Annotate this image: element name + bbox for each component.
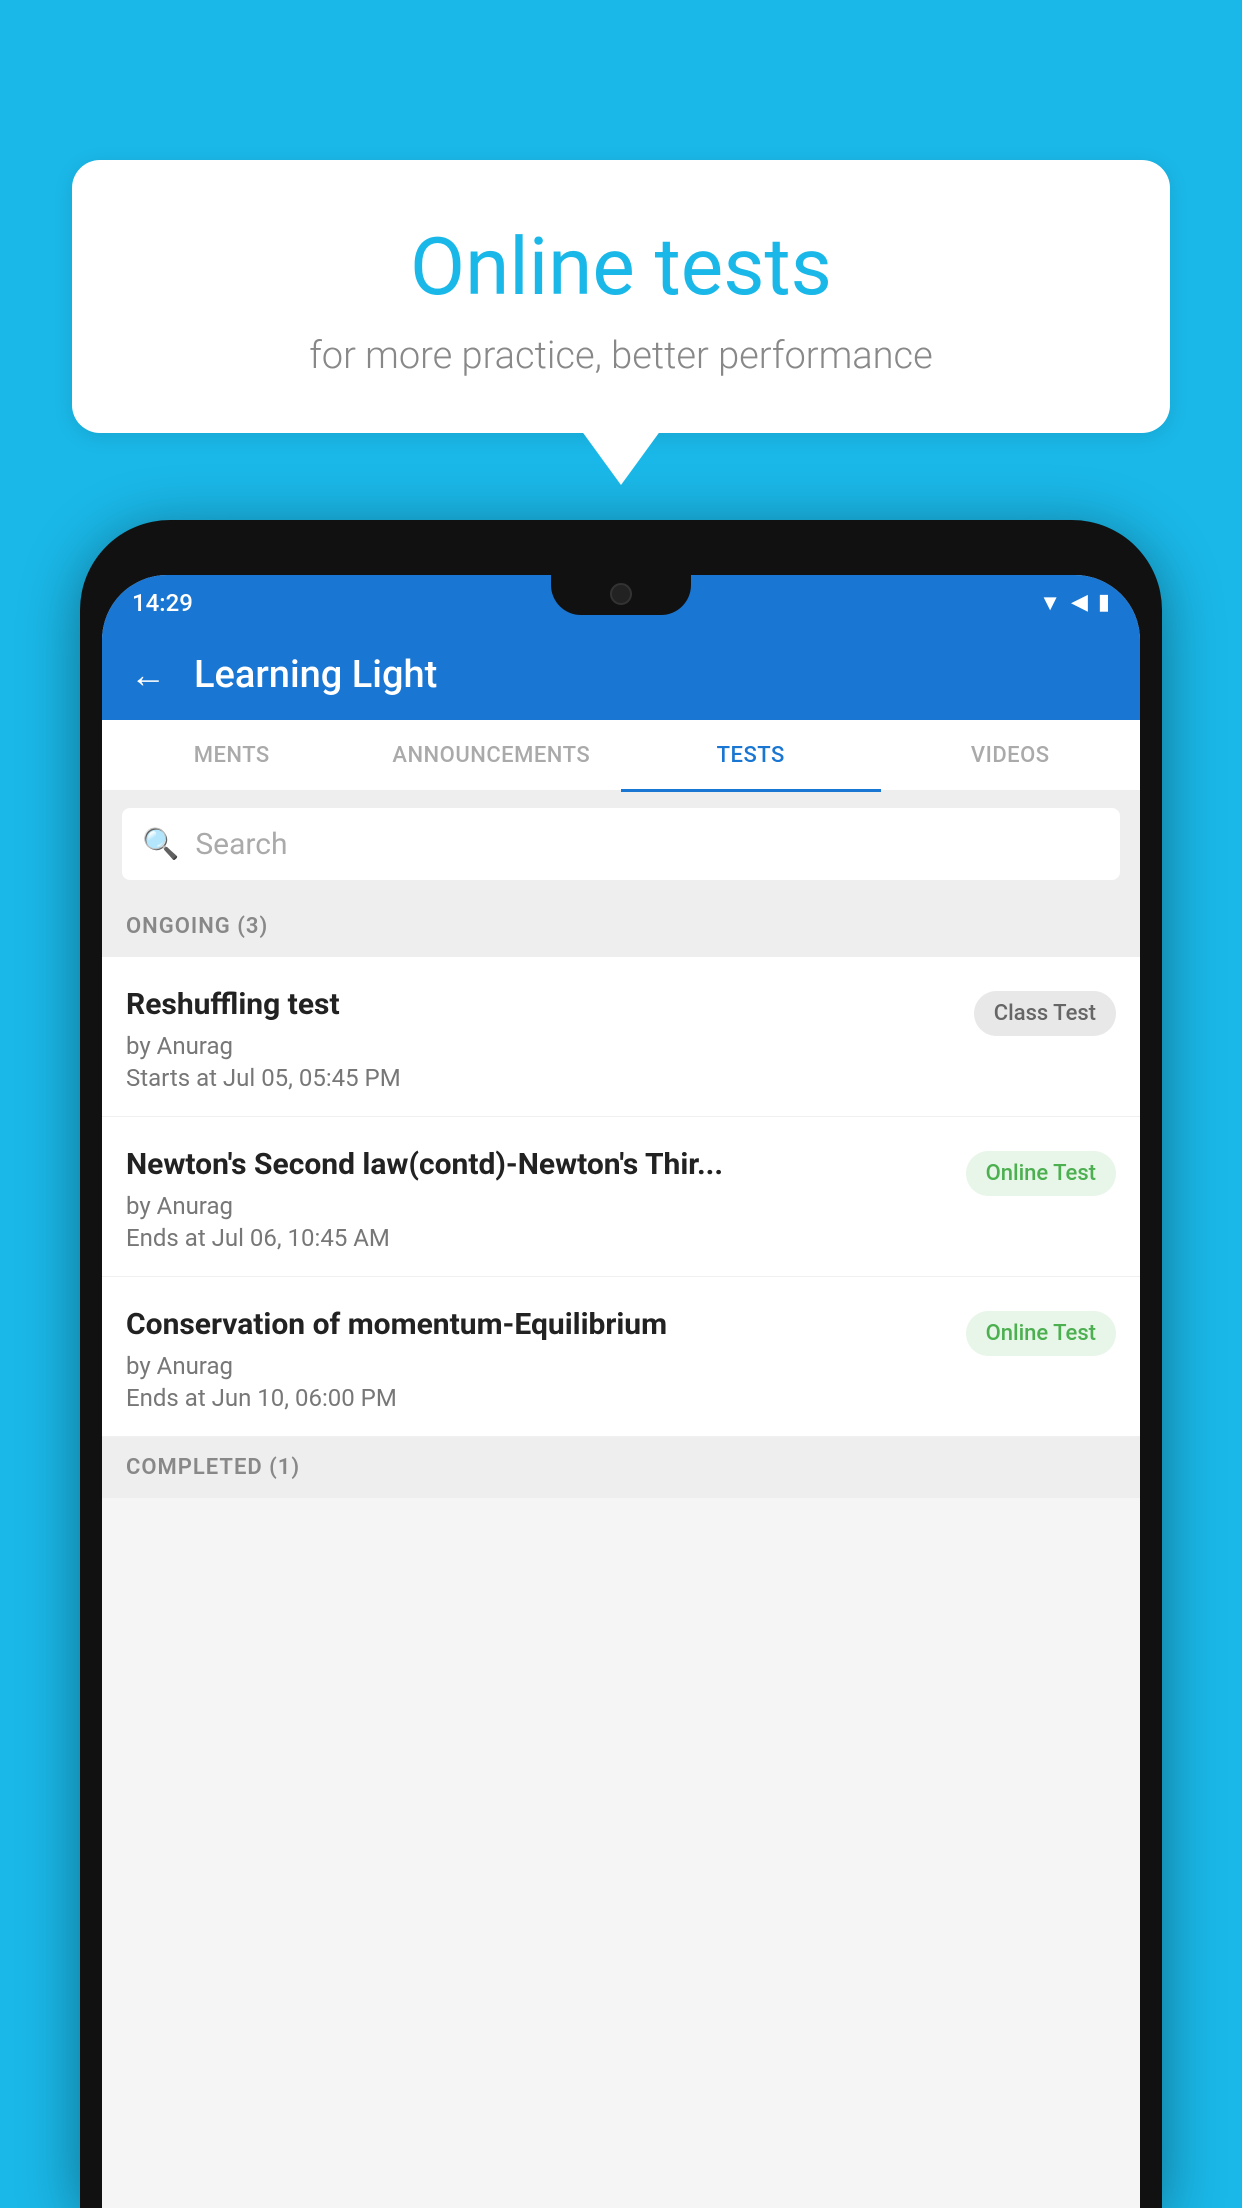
tab-ments[interactable]: MENTS [102,720,362,790]
test-date: Starts at Jul 05, 05:45 PM [126,1064,958,1092]
speech-bubble: Online tests for more practice, better p… [72,160,1170,433]
test-content: Conservation of momentum-Equilibrium by … [126,1305,950,1412]
test-badge: Class Test [974,991,1116,1036]
test-title: Conservation of momentum-Equilibrium [126,1305,950,1344]
wifi-icon: ▼ [1039,590,1061,616]
battery-icon: ▮ [1098,590,1110,615]
test-author: by Anurag [126,1032,958,1060]
signal-icon: ◀ [1071,590,1088,615]
app-header: ← Learning Light [102,630,1140,720]
test-date: Ends at Jul 06, 10:45 AM [126,1224,950,1252]
tab-tests[interactable]: TESTS [621,720,881,790]
test-date: Ends at Jun 10, 06:00 PM [126,1384,950,1412]
test-item[interactable]: Reshuffling test by Anurag Starts at Jul… [102,957,1140,1117]
phone-frame: 14:29 ▼ ◀ ▮ ← Learning Light MENTS ANNOU… [80,520,1162,2208]
test-list: Reshuffling test by Anurag Starts at Jul… [102,957,1140,1437]
front-camera [610,583,632,605]
test-item[interactable]: Conservation of momentum-Equilibrium by … [102,1277,1140,1437]
test-author: by Anurag [126,1352,950,1380]
search-input[interactable]: Search [195,827,287,862]
header-title: Learning Light [194,653,437,697]
search-container: 🔍 Search [102,792,1140,896]
ongoing-section-header: ONGOING (3) [102,896,1140,957]
test-content: Newton's Second law(contd)-Newton's Thir… [126,1145,950,1252]
status-icons: ▼ ◀ ▮ [1039,590,1110,616]
tab-announcements[interactable]: ANNOUNCEMENTS [362,720,622,790]
test-badge: Online Test [966,1311,1116,1356]
back-button[interactable]: ← [130,654,166,696]
test-badge: Online Test [966,1151,1116,1196]
bubble-title: Online tests [112,220,1130,314]
test-item[interactable]: Newton's Second law(contd)-Newton's Thir… [102,1117,1140,1277]
tabs-bar: MENTS ANNOUNCEMENTS TESTS VIDEOS [102,720,1140,792]
test-content: Reshuffling test by Anurag Starts at Jul… [126,985,958,1092]
completed-section-header: COMPLETED (1) [102,1437,1140,1498]
tab-videos[interactable]: VIDEOS [881,720,1141,790]
phone-notch [551,575,691,615]
phone-screen: 14:29 ▼ ◀ ▮ ← Learning Light MENTS ANNOU… [102,575,1140,2208]
test-author: by Anurag [126,1192,950,1220]
status-time: 14:29 [132,589,193,617]
test-title: Newton's Second law(contd)-Newton's Thir… [126,1145,950,1184]
bubble-subtitle: for more practice, better performance [112,334,1130,378]
search-bar[interactable]: 🔍 Search [122,808,1120,880]
search-icon: 🔍 [142,827,179,862]
test-title: Reshuffling test [126,985,958,1024]
